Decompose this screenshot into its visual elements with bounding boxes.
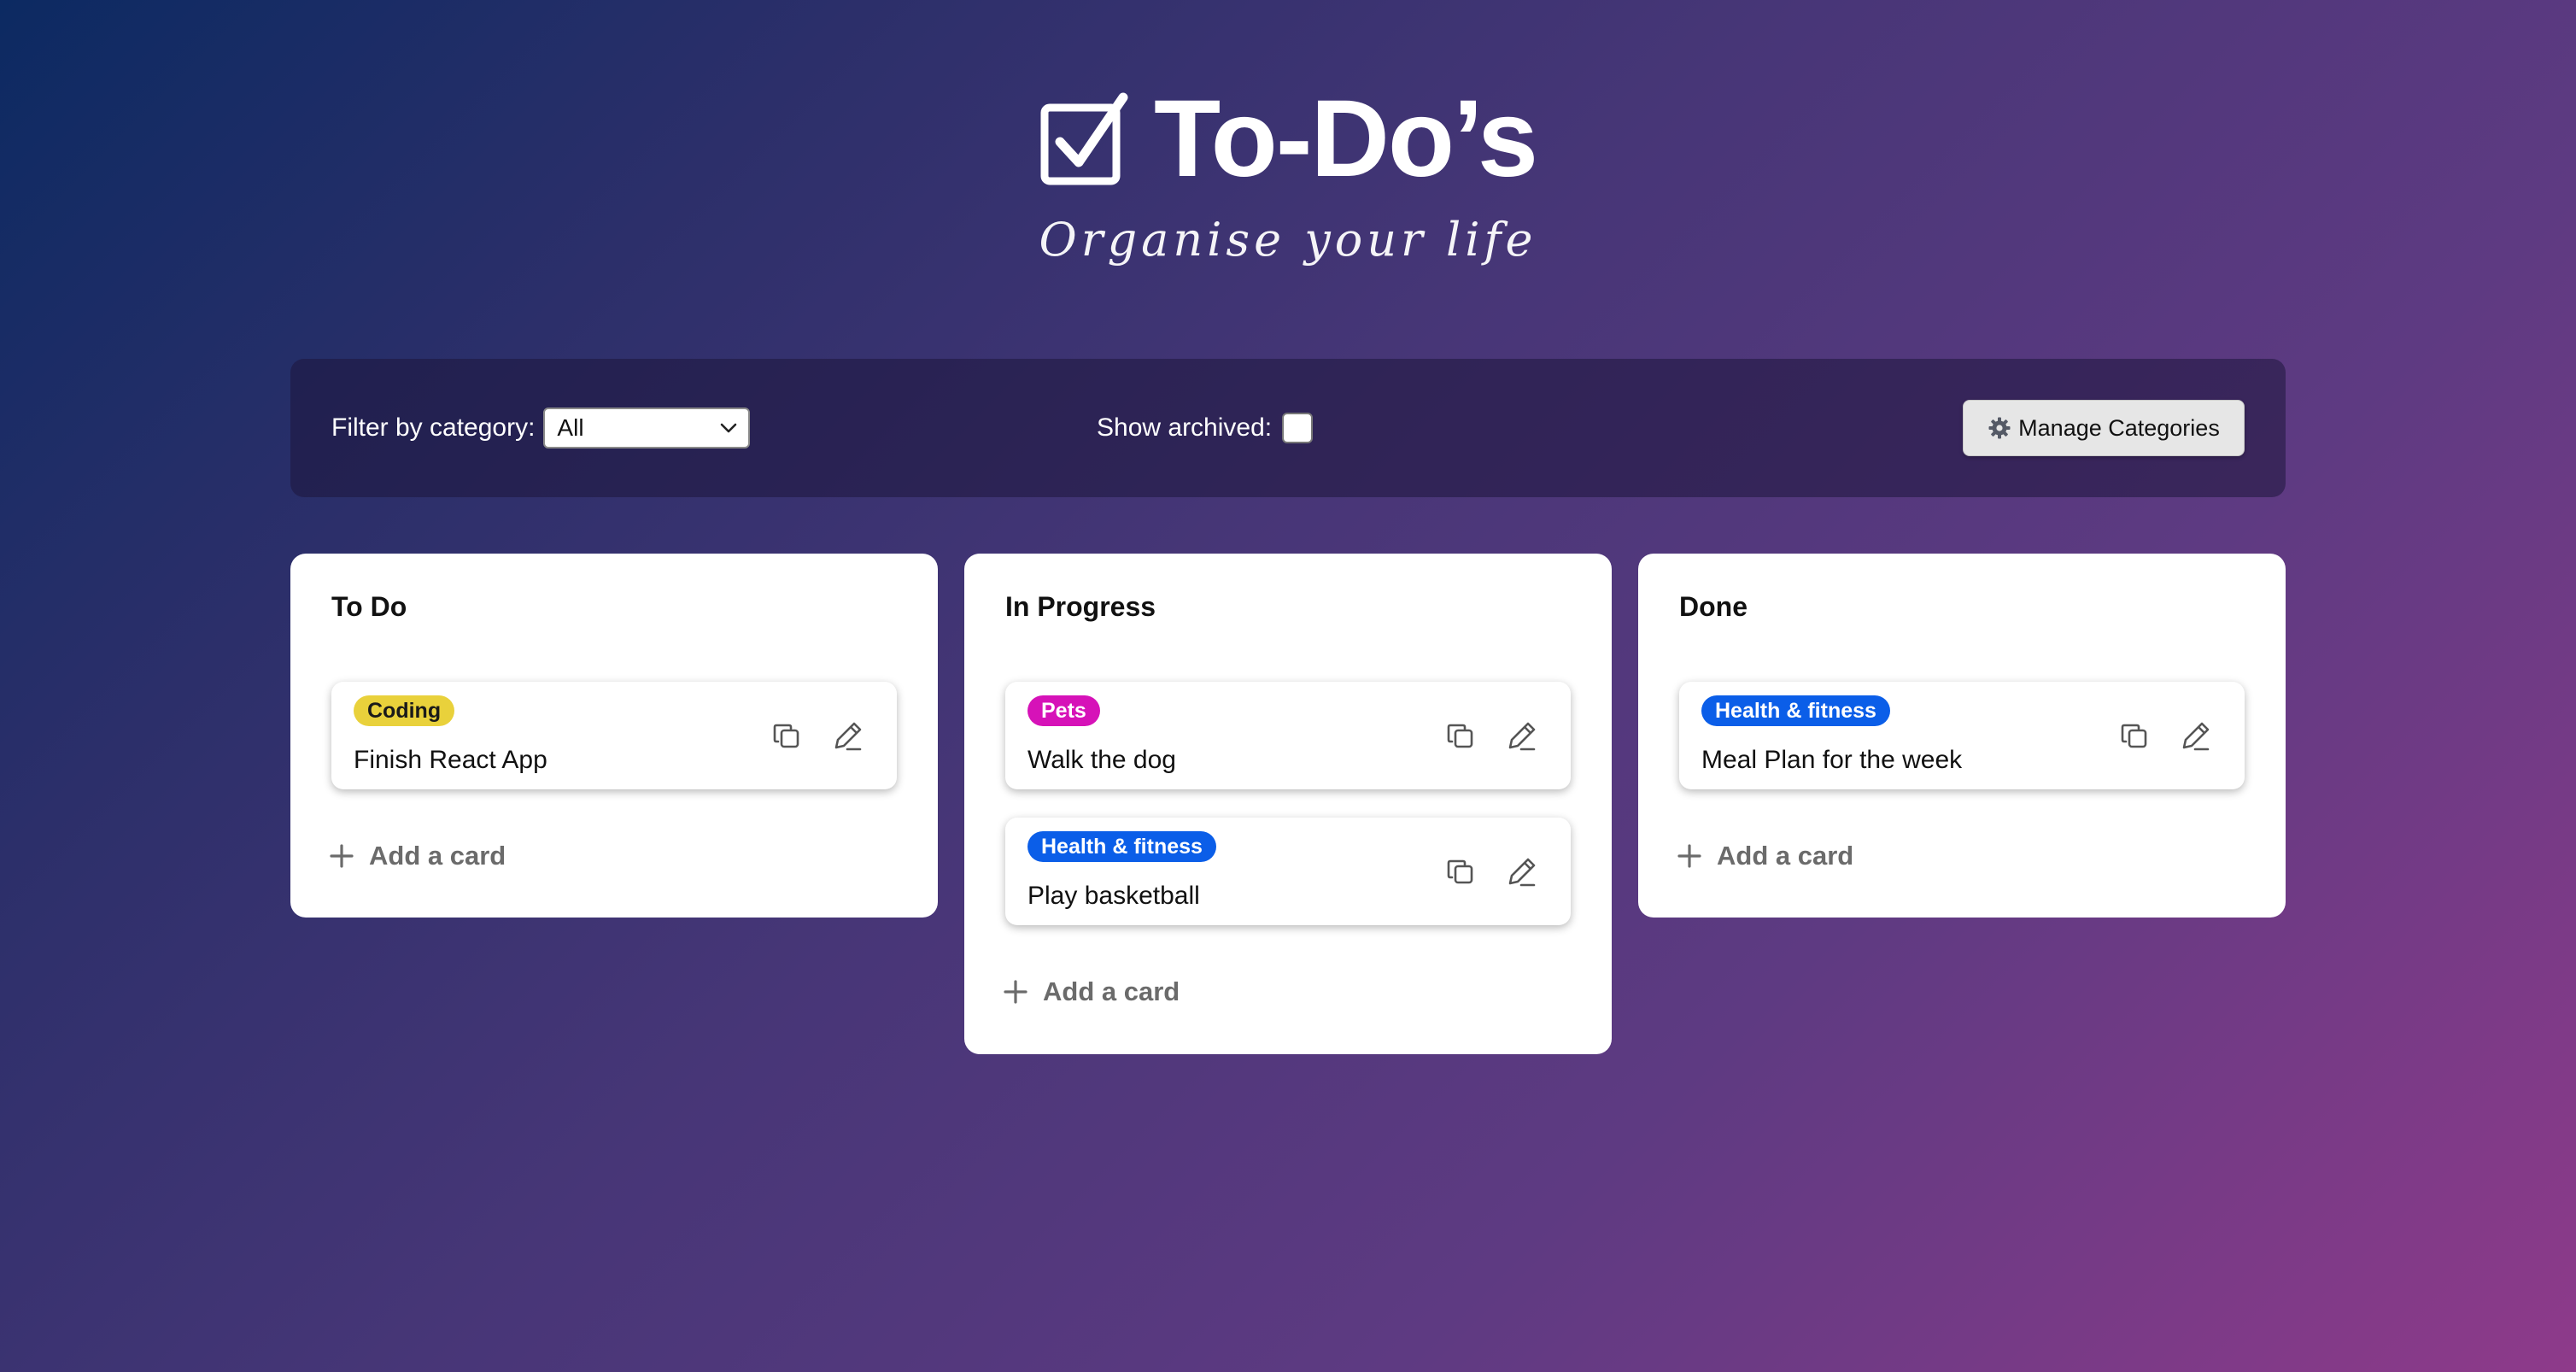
checkbox-check-icon <box>1039 92 1128 186</box>
add-card-label: Add a card <box>1717 841 1854 871</box>
show-archived-checkbox[interactable] <box>1282 413 1314 443</box>
column-done: Done Health & fitness Meal Plan for the … <box>1638 554 2286 918</box>
column-title: Done <box>1679 591 1748 622</box>
column-title: To Do <box>331 591 407 622</box>
add-card-button[interactable]: Add a card <box>330 841 506 871</box>
category-tag: Health & fitness <box>1027 831 1216 862</box>
task-card[interactable]: Health & fitness Meal Plan for the week <box>1679 682 2245 789</box>
category-select[interactable]: All <box>543 407 751 449</box>
title-row: To-Do’s <box>0 75 2576 203</box>
plus-icon <box>330 844 354 868</box>
task-card[interactable]: Pets Walk the dog <box>1005 682 1571 789</box>
category-select-value: All <box>557 414 584 441</box>
copy-icon[interactable] <box>2116 718 2154 755</box>
page-subtitle: Organise your life <box>1039 213 1537 267</box>
column-in-progress: In Progress Pets Walk the dog Health & f… <box>964 554 1612 1054</box>
column-to-do: To Do Coding Finish React App Add a card <box>290 554 938 918</box>
page-title: To-Do’s <box>1153 78 1538 200</box>
pencil-icon[interactable] <box>1502 718 1540 755</box>
add-card-button[interactable]: Add a card <box>1004 976 1180 1007</box>
category-filter: Filter by category: All <box>331 407 751 449</box>
copy-icon[interactable] <box>769 718 806 755</box>
task-card[interactable]: Health & fitness Play basketball <box>1005 818 1571 925</box>
filter-toolbar: Filter by category: All Show archived: M… <box>290 359 2286 497</box>
pencil-icon[interactable] <box>828 718 866 755</box>
gear-icon <box>1988 417 2011 439</box>
category-tag: Pets <box>1027 695 1100 726</box>
pencil-icon[interactable] <box>1502 853 1540 891</box>
task-title: Meal Plan for the week <box>1701 746 1963 774</box>
archived-toggle: Show archived: <box>1097 407 1314 449</box>
plus-icon <box>1677 844 1701 868</box>
plus-icon <box>1004 980 1027 1004</box>
column-title: In Progress <box>1005 591 1156 622</box>
manage-categories-label: Manage Categories <box>2018 414 2220 441</box>
category-tag: Health & fitness <box>1701 695 1890 726</box>
task-title: Play basketball <box>1027 882 1200 910</box>
task-title: Finish React App <box>354 746 547 774</box>
task-card[interactable]: Coding Finish React App <box>331 682 897 789</box>
chevron-down-icon <box>721 423 737 433</box>
category-tag: Coding <box>354 695 455 726</box>
add-card-label: Add a card <box>1043 976 1180 1006</box>
task-title: Walk the dog <box>1027 746 1176 774</box>
archived-label: Show archived: <box>1097 413 1273 442</box>
manage-categories-button[interactable]: Manage Categories <box>1963 400 2245 456</box>
pencil-icon[interactable] <box>2176 718 2214 755</box>
app-header: To-Do’s Organise your life <box>0 75 2576 270</box>
add-card-label: Add a card <box>369 841 506 871</box>
copy-icon[interactable] <box>1443 853 1480 891</box>
filter-label: Filter by category: <box>331 413 536 442</box>
add-card-button[interactable]: Add a card <box>1677 841 1853 871</box>
copy-icon[interactable] <box>1443 718 1480 755</box>
